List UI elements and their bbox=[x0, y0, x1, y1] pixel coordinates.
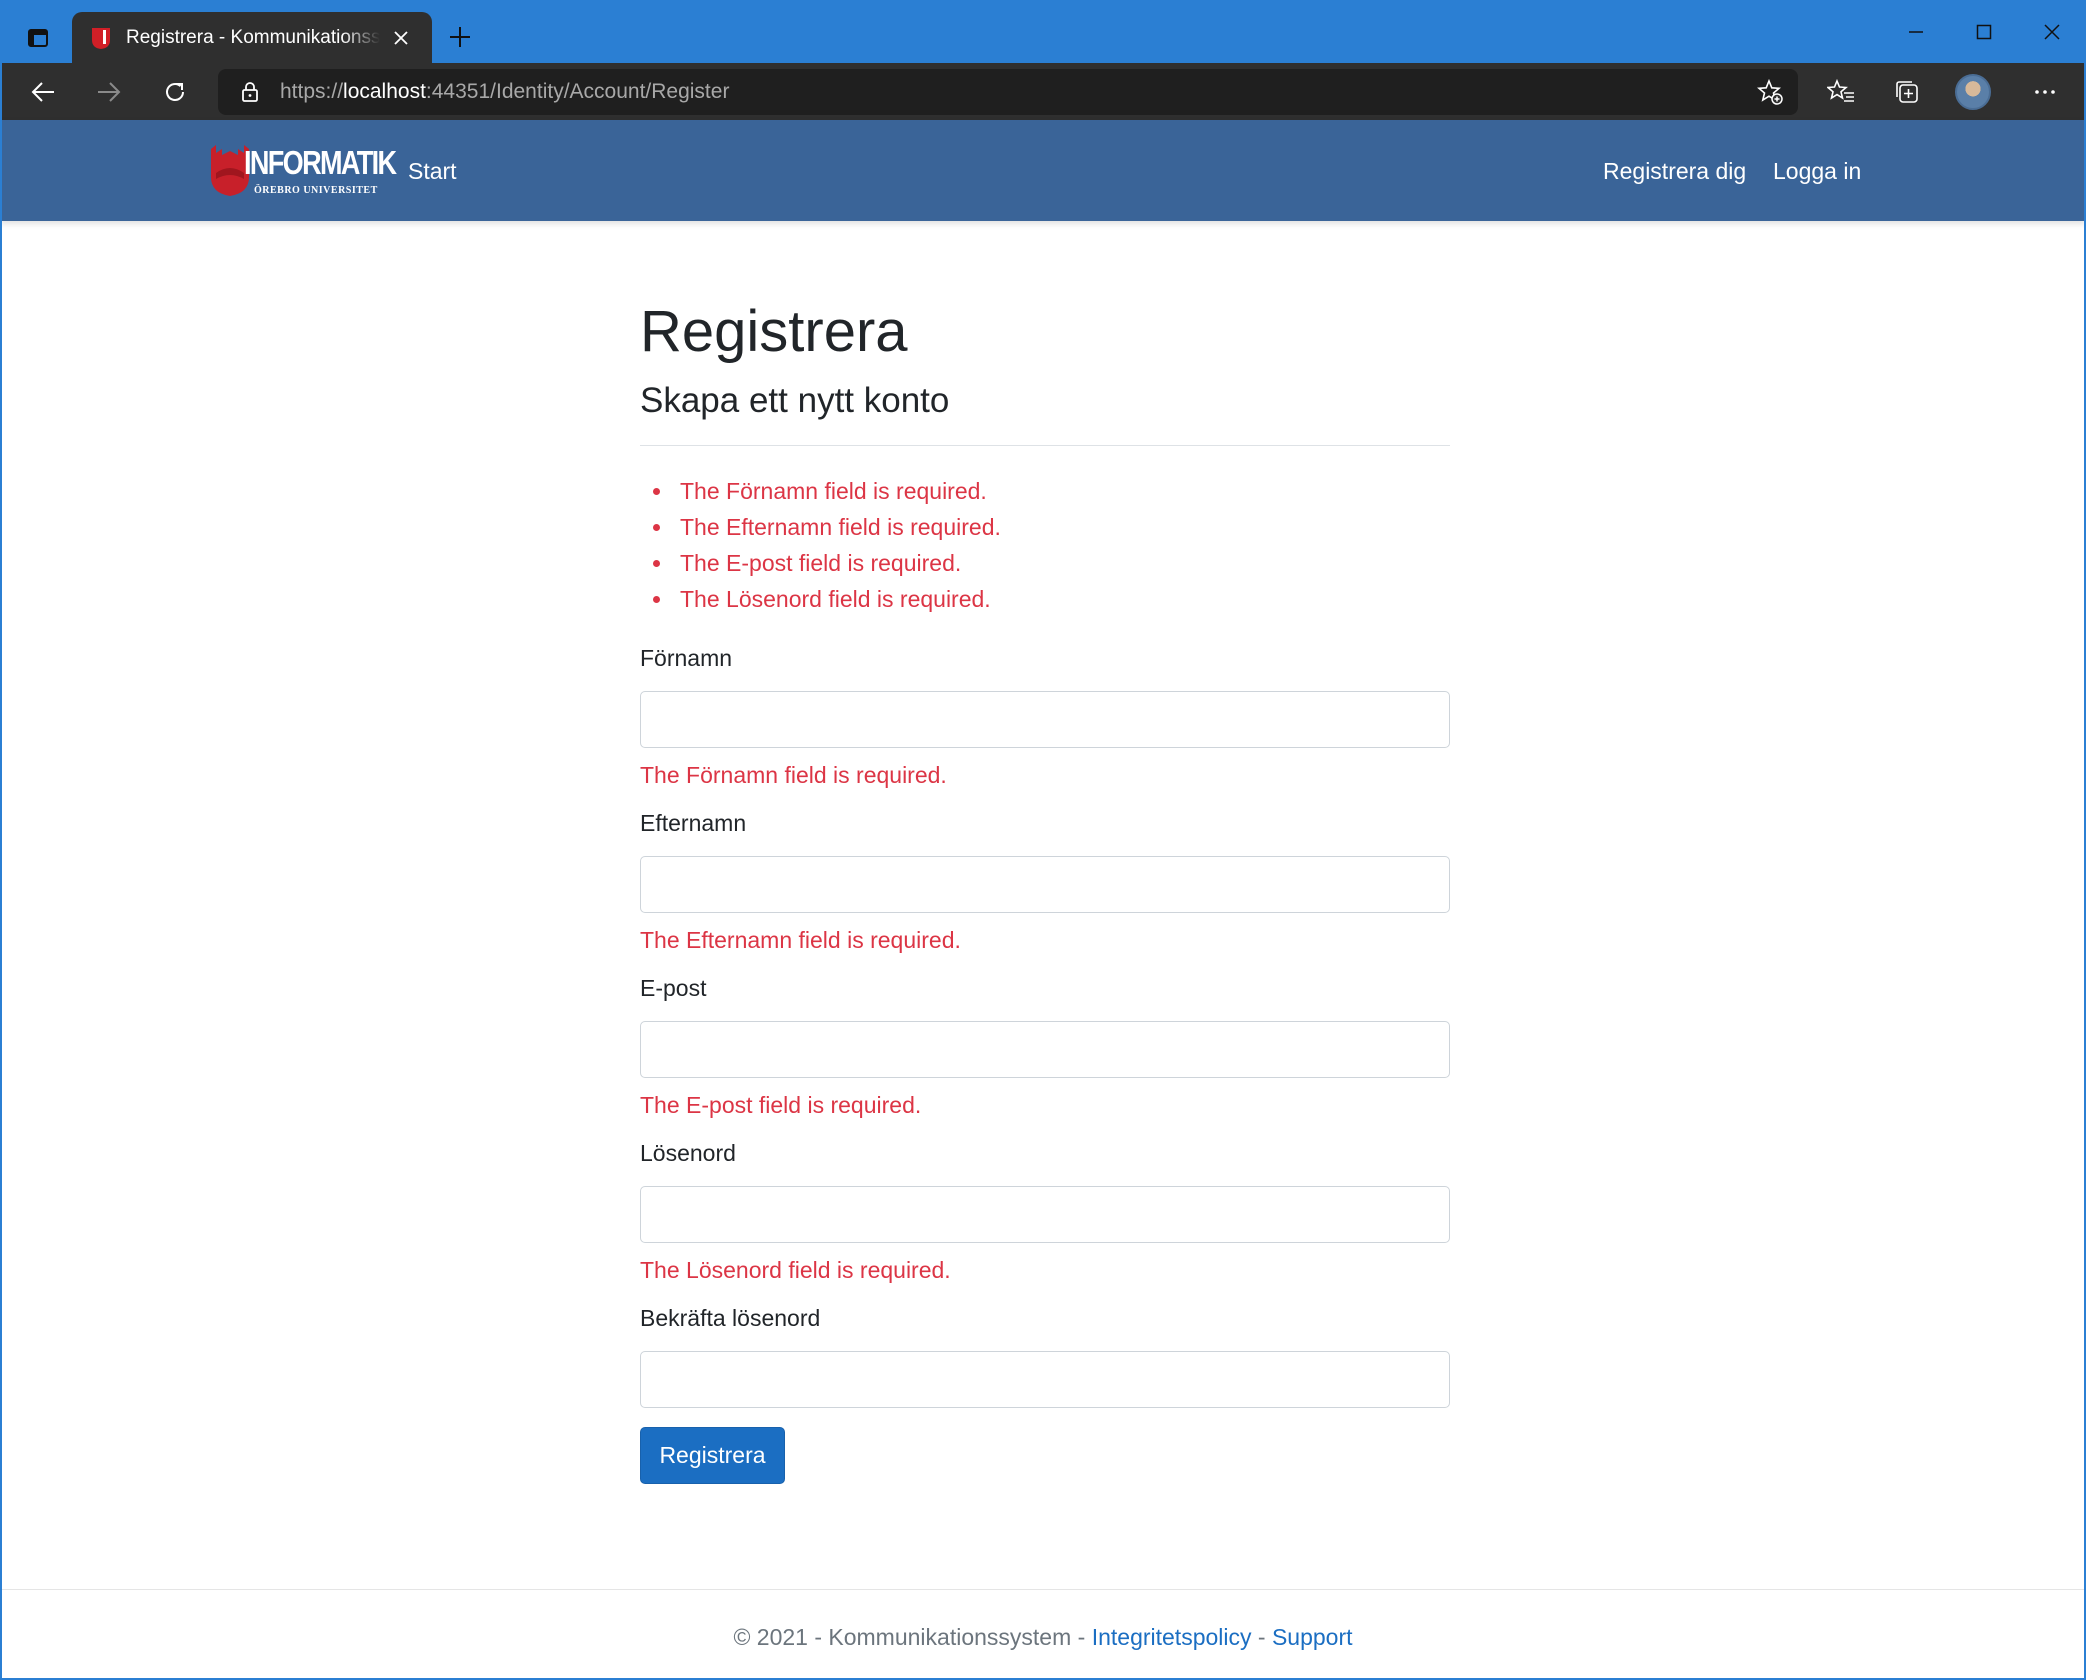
validation-summary-item: The E-post field is required. bbox=[674, 545, 1001, 581]
fornamn-input[interactable] bbox=[640, 691, 1450, 748]
page-title: Registrera bbox=[640, 299, 908, 364]
add-favorite-icon[interactable] bbox=[1752, 74, 1788, 110]
epost-label: E-post bbox=[640, 975, 707, 1001]
bekrafta-losenord-input[interactable] bbox=[640, 1351, 1450, 1408]
url-text[interactable]: https://localhost:44351/Identity/Account… bbox=[280, 80, 729, 104]
field-group-efternamn: Efternamn The Efternamn field is require… bbox=[640, 808, 1450, 955]
site-footer: © 2021 - Kommunikationssystem - Integrit… bbox=[0, 1589, 2086, 1680]
footer-text: © 2021 - Kommunikationssystem - Integrit… bbox=[0, 1624, 2086, 1651]
validation-summary-item: The Efternamn field is required. bbox=[674, 509, 1001, 545]
back-arrow-icon[interactable] bbox=[22, 71, 64, 113]
efternamn-label: Efternamn bbox=[640, 810, 747, 836]
support-link[interactable]: Support bbox=[1272, 1624, 1353, 1650]
site-favicon-icon bbox=[92, 27, 110, 49]
divider bbox=[640, 445, 1450, 446]
field-group-bekrafta-losenord: Bekräfta lösenord bbox=[640, 1303, 1450, 1408]
nav-link-login[interactable]: Logga in bbox=[1773, 158, 1861, 185]
bekrafta-losenord-label: Bekräfta lösenord bbox=[640, 1305, 821, 1331]
maximize-window-icon[interactable] bbox=[1964, 14, 2004, 50]
browser-tab-active[interactable]: Registrera - Kommunikationssystem bbox=[72, 12, 432, 63]
site-navbar: INFORMATIK ÖREBRO UNIVERSITET Start Regi… bbox=[0, 120, 2086, 221]
brand-logo[interactable]: INFORMATIK ÖREBRO UNIVERSITET bbox=[210, 140, 397, 202]
address-bar[interactable]: https://localhost:44351/Identity/Account… bbox=[218, 69, 1798, 115]
validation-summary: The Förnamn field is required. The Efter… bbox=[674, 473, 1001, 617]
page-subtitle: Skapa ett nytt konto bbox=[640, 381, 950, 420]
browser-titlebar: Registrera - Kommunikationssystem bbox=[0, 0, 2086, 63]
more-options-icon[interactable] bbox=[2024, 71, 2066, 113]
fornamn-label: Förnamn bbox=[640, 645, 733, 671]
validation-summary-item: The Lösenord field is required. bbox=[674, 581, 1001, 617]
losenord-error: The Lösenord field is required. bbox=[640, 1257, 951, 1283]
collections-icon[interactable] bbox=[1886, 71, 1928, 113]
efternamn-input[interactable] bbox=[640, 856, 1450, 913]
losenord-label: Lösenord bbox=[640, 1140, 736, 1166]
forward-arrow-icon[interactable] bbox=[88, 71, 130, 113]
lock-icon[interactable] bbox=[238, 80, 262, 104]
fornamn-error: The Förnamn field is required. bbox=[640, 762, 947, 788]
register-submit-button[interactable]: Registrera bbox=[640, 1427, 785, 1484]
close-window-icon[interactable] bbox=[2032, 14, 2072, 50]
epost-input[interactable] bbox=[640, 1021, 1450, 1078]
nav-link-start[interactable]: Start bbox=[408, 158, 457, 185]
profile-avatar-icon[interactable] bbox=[1952, 71, 1994, 113]
browser-toolbar: https://localhost:44351/Identity/Account… bbox=[0, 63, 2086, 120]
footer-copyright: © 2021 - Kommunikationssystem - bbox=[733, 1624, 1092, 1650]
minimize-window-icon[interactable] bbox=[1896, 14, 1936, 50]
reload-icon[interactable] bbox=[154, 71, 196, 113]
close-tab-icon[interactable] bbox=[388, 25, 414, 51]
new-tab-icon[interactable] bbox=[443, 20, 477, 54]
field-group-losenord: Lösenord The Lösenord field is required. bbox=[640, 1138, 1450, 1285]
field-group-fornamn: Förnamn The Förnamn field is required. bbox=[640, 643, 1450, 790]
efternamn-error: The Efternamn field is required. bbox=[640, 927, 961, 953]
validation-summary-item: The Förnamn field is required. bbox=[674, 473, 1001, 509]
epost-error: The E-post field is required. bbox=[640, 1092, 922, 1118]
favorites-icon[interactable] bbox=[1820, 71, 1862, 113]
footer-separator: - bbox=[1251, 1624, 1272, 1650]
field-group-epost: E-post The E-post field is required. bbox=[640, 973, 1450, 1120]
losenord-input[interactable] bbox=[640, 1186, 1450, 1243]
privacy-policy-link[interactable]: Integritetspolicy bbox=[1092, 1624, 1252, 1650]
tab-title: Registrera - Kommunikationssystem bbox=[126, 26, 380, 48]
nav-link-register[interactable]: Registrera dig bbox=[1603, 158, 1746, 185]
tab-actions-icon[interactable] bbox=[18, 18, 58, 58]
